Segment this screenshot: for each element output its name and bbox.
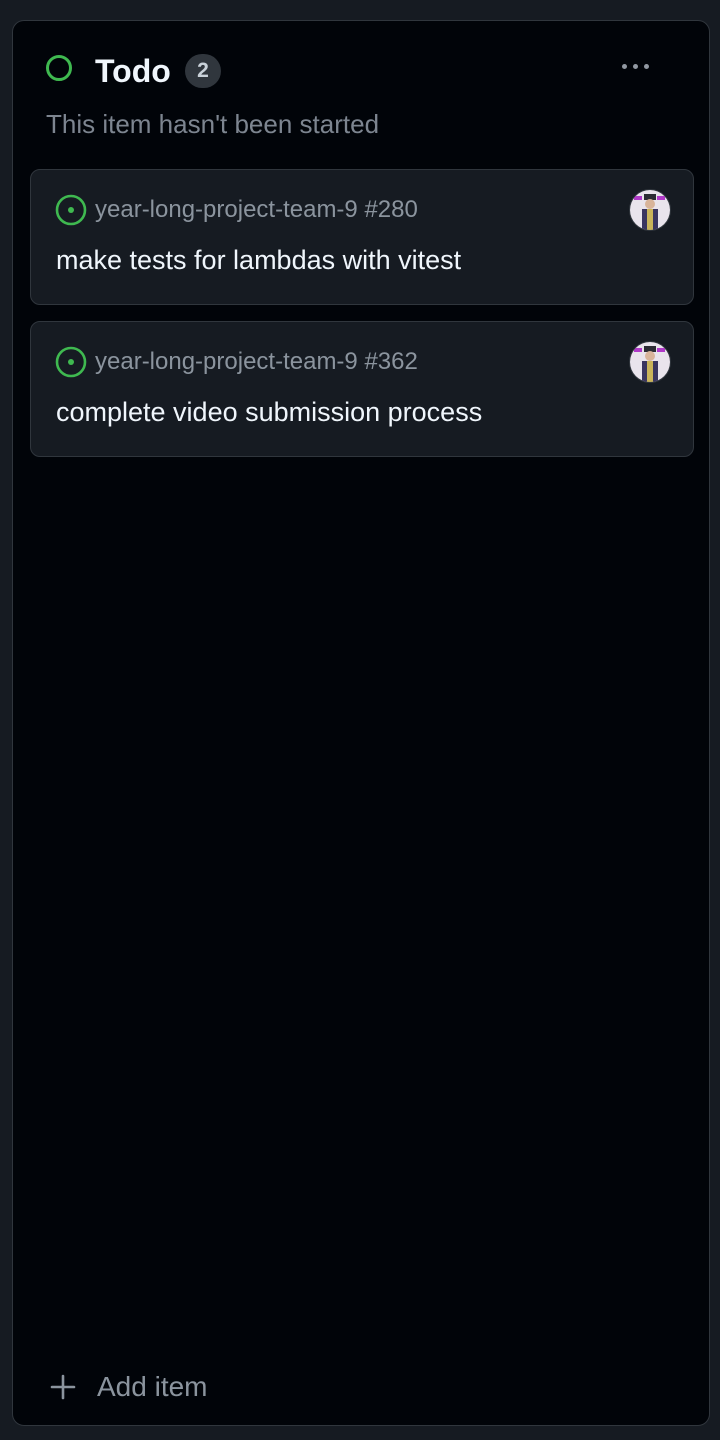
issue-opened-icon (55, 194, 87, 226)
add-item-button[interactable]: Add item (49, 1365, 208, 1409)
column-header: Todo 2 This item hasn't been started (13, 21, 709, 161)
assignee-avatar[interactable] (629, 341, 671, 383)
item-count-badge: 2 (185, 54, 221, 88)
board-column-todo: Todo 2 This item hasn't been started yea… (12, 20, 710, 1426)
card-title[interactable]: make tests for lambdas with vitest (56, 242, 461, 278)
card-meta: year-long-project-team-9 #362 (55, 346, 418, 378)
kebab-horizontal-icon (621, 63, 627, 69)
column-description: This item hasn't been started (46, 109, 380, 139)
issue-card[interactable]: year-long-project-team-9 #362 complete v… (30, 321, 694, 457)
issue-card[interactable]: year-long-project-team-9 #280 make tests… (30, 169, 694, 305)
card-title[interactable]: complete video submission process (56, 394, 482, 430)
issue-opened-icon (55, 346, 87, 378)
card-repo-reference[interactable]: year-long-project-team-9 #280 (95, 194, 418, 226)
avatar-image (630, 190, 670, 230)
status-circle-icon (46, 55, 72, 81)
avatar-image (630, 342, 670, 382)
add-item-label: Add item (97, 1371, 208, 1402)
column-title: Todo (95, 53, 171, 89)
card-meta: year-long-project-team-9 #280 (55, 194, 418, 226)
plus-icon (50, 1374, 76, 1400)
card-repo-reference[interactable]: year-long-project-team-9 #362 (95, 346, 418, 378)
assignee-avatar[interactable] (629, 189, 671, 231)
column-options-button[interactable] (609, 51, 661, 81)
